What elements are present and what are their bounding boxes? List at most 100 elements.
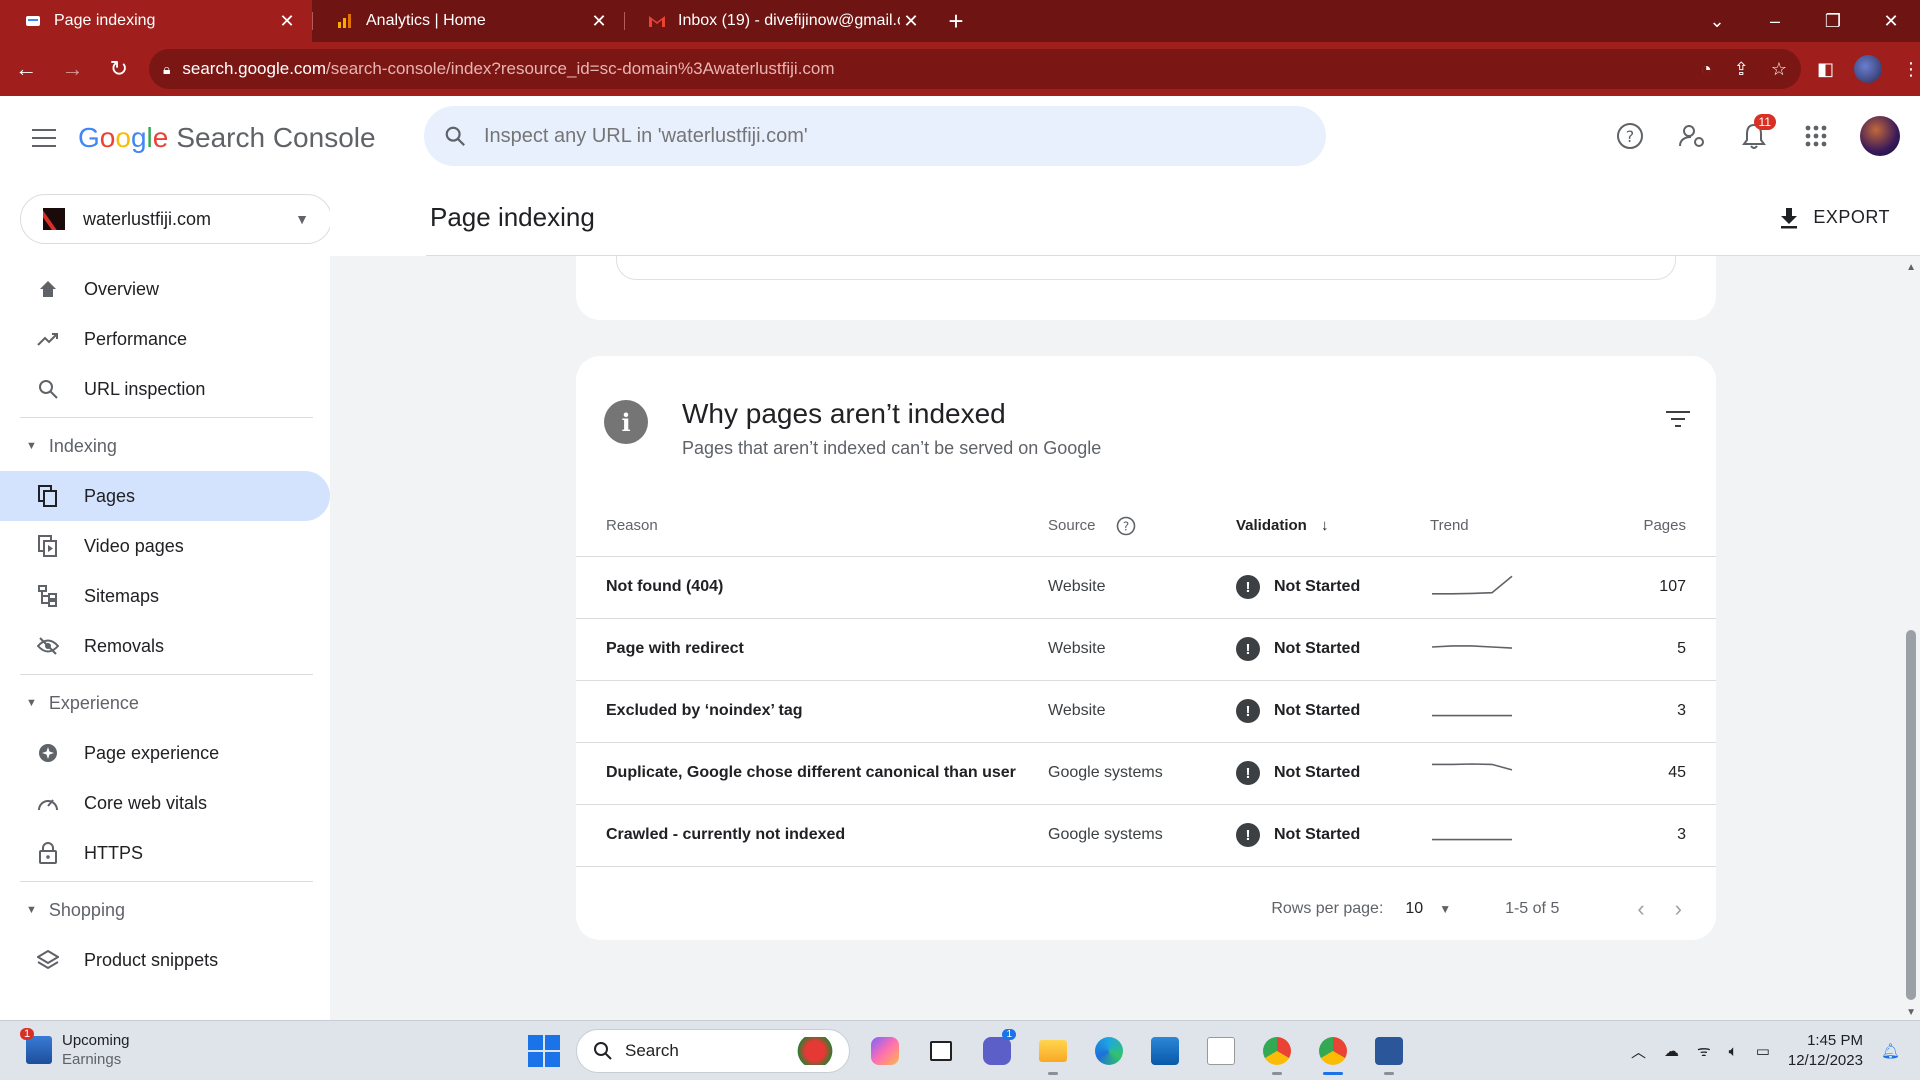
back-icon[interactable]: ← [6,48,46,90]
sidebar-item-core-web-vitals[interactable]: Core web vitals [0,778,330,828]
amazon-icon[interactable] [1200,1029,1242,1073]
export-button[interactable]: EXPORT [1779,207,1890,229]
not-indexed-reasons-card: i Why pages aren’t indexed Pages that ar… [576,356,1716,940]
network-alert-icon[interactable]: ☁ [1664,1042,1679,1060]
tab-analytics[interactable]: Analytics | Home ✕ [312,0,624,42]
tab-gmail[interactable]: Inbox (19) - divefijinow@gmail.c ✕ [624,0,936,42]
search-input[interactable] [484,124,1264,148]
reload-icon[interactable]: ↻ [99,48,139,90]
table-row[interactable]: Not found (404) Website! Not Started 107 [576,556,1716,619]
notification-badge: 11 [1753,114,1776,130]
sidebar-item-product-snippets[interactable]: Product snippets [0,935,330,985]
word-icon[interactable] [1368,1029,1410,1075]
lock-icon[interactable]: 🔒︎ [163,61,170,78]
sidebar-item-performance[interactable]: Performance [0,314,330,364]
close-icon[interactable]: ✕ [900,11,922,32]
menu-icon[interactable] [20,114,68,162]
minimize-icon[interactable]: – [1746,0,1804,42]
validation-status: Not Started [1274,702,1361,719]
sidebar-section-experience[interactable]: ▼ Experience [0,678,330,728]
account-avatar[interactable] [1860,116,1900,156]
share-icon[interactable]: ⇪ [1734,59,1749,80]
column-header-reason[interactable]: Reason [576,496,1048,557]
browser-menu-icon[interactable]: ⋮ [1902,59,1920,80]
scroll-down-icon[interactable]: ▼ [1906,1007,1916,1018]
sidebar-item-page-experience[interactable]: Page experience [0,728,330,778]
teams-icon[interactable]: 1 [976,1029,1018,1073]
filter-icon[interactable] [1666,410,1690,433]
taskbar-search[interactable]: Search [576,1029,850,1073]
clock[interactable]: 1:45 PM 12/12/2023 [1788,1031,1863,1071]
validation-status: Not Started [1274,826,1361,843]
scroll-up-icon[interactable]: ▲ [1906,262,1916,273]
sidebar-item-label: Page experience [84,742,220,763]
windows-start-icon[interactable] [528,1035,560,1067]
close-window-icon[interactable]: ✕ [1862,0,1920,42]
property-selector[interactable]: waterlustfiji.com ▼ [20,194,330,244]
apps-grid-icon[interactable] [1798,112,1834,160]
sidebar-item-removals[interactable]: Removals [0,621,330,671]
row-source: Google systems [1048,742,1236,805]
user-settings-icon[interactable] [1674,112,1710,160]
tab-page-indexing[interactable]: Page indexing ✕ [0,0,312,42]
tab-search-icon[interactable]: ⌄ [1688,0,1746,42]
scrollbar-thumb[interactable] [1906,630,1916,1000]
row-trend [1430,680,1580,743]
sidebar-divider [20,881,313,882]
chevron-up-icon[interactable]: ︿ [1631,1041,1646,1062]
sidebar-item-https[interactable]: HTTPS [0,828,330,878]
side-panel-icon[interactable]: ◧ [1817,59,1834,80]
sidebar-item-pages[interactable]: Pages [0,471,330,521]
close-icon[interactable]: ✕ [588,11,610,32]
profile-avatar[interactable] [1854,55,1882,83]
copilot-icon[interactable] [864,1029,906,1073]
sidebar-section-indexing[interactable]: ▼ Indexing [0,421,330,471]
sidebar-section-shopping[interactable]: ▼ Shopping [0,885,330,935]
next-page-icon[interactable]: › [1675,896,1682,922]
sidebar-item-url-inspection[interactable]: URL inspection [0,364,330,414]
table-row[interactable]: Excluded by ‘noindex’ tag Website! Not Sta… [576,680,1716,743]
table-row[interactable]: Page with redirect Website! Not Started 5 [576,618,1716,681]
table-row[interactable]: Crawled - currently not indexed Google sy… [576,804,1716,867]
weather-widget[interactable]: 1 Upcoming Earnings [20,1028,130,1069]
wifi-icon[interactable]: ᯤ [1697,1041,1711,1061]
previous-page-icon[interactable]: ‹ [1637,896,1644,922]
column-header-pages[interactable]: Pages [1580,496,1716,557]
edge-icon[interactable] [1088,1029,1130,1073]
search-console-icon [24,12,42,30]
notifications-icon[interactable]: 11 [1736,112,1776,160]
restore-icon[interactable]: ❐ [1804,0,1862,42]
column-header-validation[interactable]: Validation ↓ [1236,496,1430,557]
notification-bell-icon[interactable]: 🔔︎ [1881,1042,1900,1060]
page-scrollbar[interactable]: ▲ ▼ [1900,256,1920,1020]
bookmark-star-icon[interactable]: ☆ [1771,59,1787,80]
task-view-icon[interactable] [920,1029,962,1073]
rows-per-page-select[interactable]: 10 [1405,900,1423,918]
url-inspect-search[interactable] [424,106,1326,166]
forward-icon[interactable]: → [52,48,92,90]
help-icon[interactable]: ? [1612,112,1648,160]
chevron-down-icon[interactable]: ▼ [1439,902,1451,916]
caret-down-icon: ▼ [26,440,37,452]
close-icon[interactable]: ✕ [276,11,298,32]
chrome-icon[interactable] [1256,1029,1298,1075]
sidebar-item-label: URL inspection [84,378,206,399]
sidebar-item-video-pages[interactable]: Video pages [0,521,330,571]
search-console-logo[interactable]: Google Search Console [78,122,376,154]
battery-icon[interactable]: ▭ [1756,1042,1770,1060]
performance-icon[interactable]: ◔ [1701,59,1712,80]
address-bar[interactable]: 🔒︎ search.google.com/search-console/inde… [148,49,1801,89]
volume-icon[interactable]: 🔈︎ [1729,1043,1738,1060]
sitemap-icon [36,584,60,608]
sidebar-item-overview[interactable]: Overview [0,264,330,314]
sidebar-item-sitemaps[interactable]: Sitemaps [0,571,330,621]
section-label: Indexing [48,435,117,456]
chrome-profile-icon[interactable] [1312,1029,1354,1075]
column-header-source-label: Source [1048,516,1096,534]
column-header-source[interactable]: Source ? [1048,496,1236,557]
file-explorer-icon[interactable] [1032,1029,1074,1075]
new-tab-button[interactable]: + [936,0,976,42]
help-icon[interactable]: ? [1116,516,1136,536]
table-row[interactable]: Duplicate, Google chose different canoni… [576,742,1716,805]
store-icon[interactable] [1144,1029,1186,1073]
